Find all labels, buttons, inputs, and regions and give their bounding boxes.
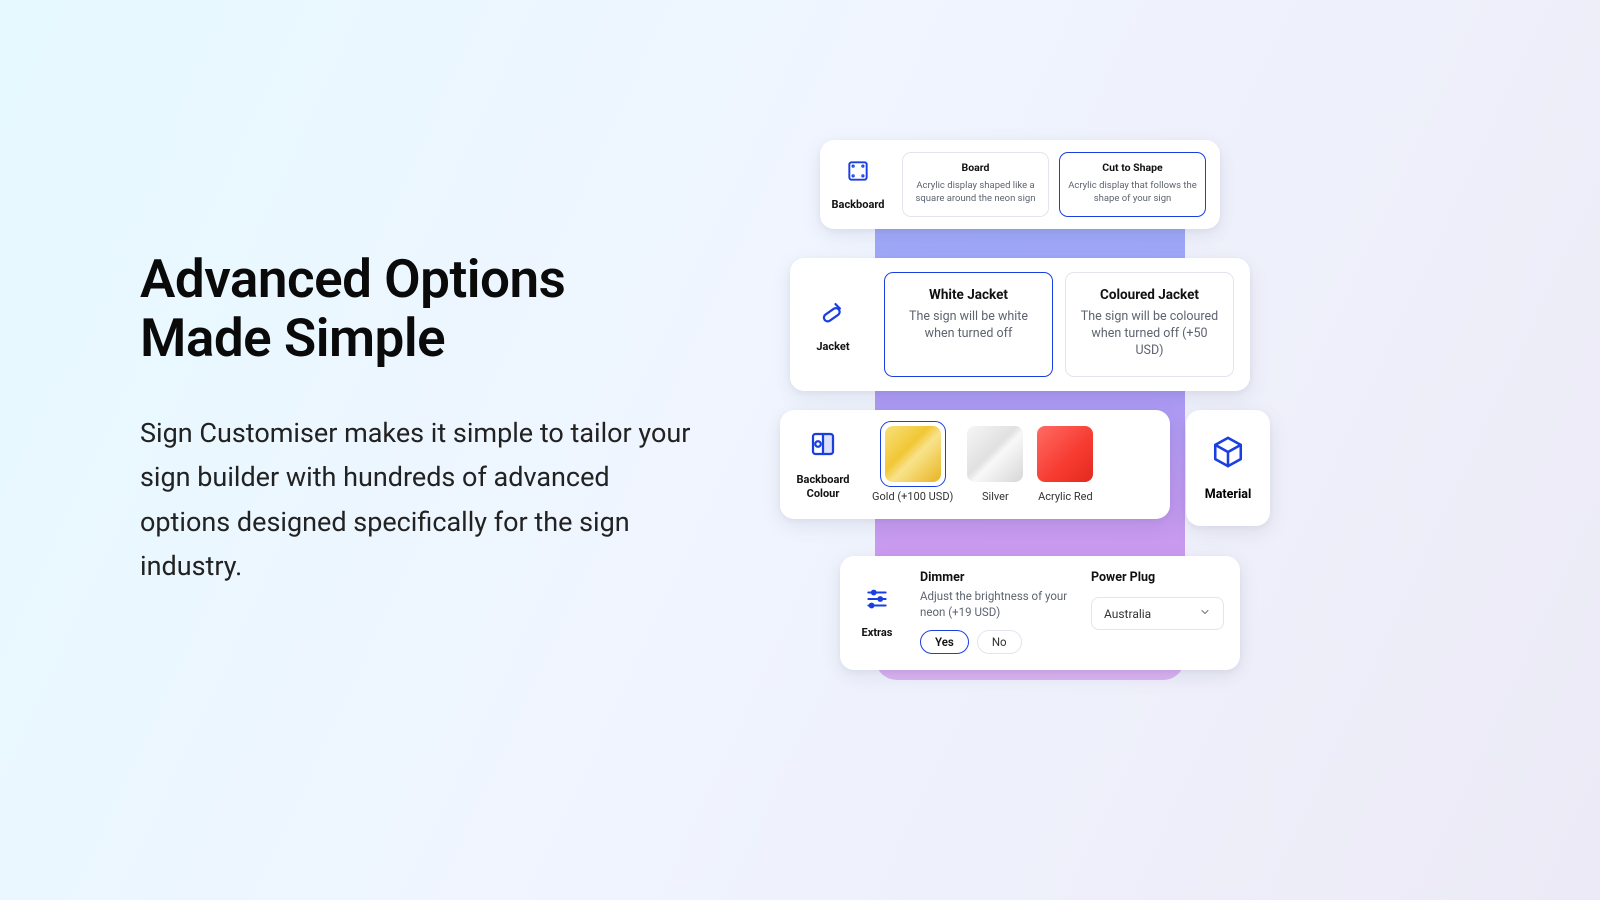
swatch-acred[interactable]: Acrylic Red [1037, 426, 1093, 503]
card-backboard-label-text: Backboard [832, 198, 885, 211]
swatch-silver[interactable]: Silver [967, 426, 1023, 503]
card-jacket-label-text: Jacket [816, 340, 849, 353]
card-extras: Extras Dimmer Adjust the brightness of y… [840, 556, 1240, 670]
card-backboard-colour-label-text: Backboard Colour [786, 473, 860, 499]
option-jacket-coloured[interactable]: Coloured Jacket The sign will be coloure… [1065, 272, 1234, 377]
jacket-icon [818, 296, 848, 330]
sliders-icon [864, 586, 890, 616]
dimmer-title: Dimmer [920, 570, 1073, 585]
hero-body: Sign Customiser makes it simple to tailo… [140, 411, 700, 589]
swatch-silver-chip [967, 426, 1023, 482]
option-backboard-board[interactable]: Board Acrylic display shaped like a squa… [902, 152, 1049, 217]
hero-title: Advanced Options Made Simple [140, 250, 700, 369]
power-plug-select[interactable]: Australia [1091, 597, 1224, 630]
hero-copy: Advanced Options Made Simple Sign Custom… [140, 250, 700, 589]
options-stage: Backboard Board Acrylic display shaped l… [780, 140, 1280, 700]
card-extras-label-text: Extras [862, 626, 893, 639]
chevron-down-icon [1199, 606, 1211, 621]
option-jacket-white[interactable]: White Jacket The sign will be white when… [884, 272, 1053, 377]
card-jacket-label: Jacket [790, 258, 876, 391]
power-plug-title: Power Plug [1091, 570, 1224, 585]
card-jacket: Jacket White Jacket The sign will be whi… [790, 258, 1250, 391]
swatch-gold-chip [885, 426, 941, 482]
dimmer-desc: Adjust the brightness of your neon (+19 … [920, 589, 1073, 620]
power-plug-group: Power Plug Australia [1091, 570, 1224, 654]
card-backboard-label: Backboard [820, 140, 896, 229]
backboard-colour-icon [808, 429, 838, 463]
card-material[interactable]: Material [1186, 410, 1270, 526]
dimmer-group: Dimmer Adjust the brightness of your neo… [920, 570, 1073, 654]
dimmer-no-button[interactable]: No [977, 630, 1022, 654]
power-plug-value: Australia [1104, 607, 1151, 621]
card-material-label-text: Material [1205, 487, 1252, 502]
card-extras-label: Extras [840, 556, 914, 670]
card-backboard-colour-label: Backboard Colour [780, 410, 866, 519]
card-backboard-colour: Backboard Colour Gold (+100 USD) Silver … [780, 410, 1170, 519]
swatch-acred-chip [1037, 426, 1093, 482]
backboard-icon [845, 158, 871, 188]
material-icon [1211, 435, 1245, 473]
dimmer-yes-button[interactable]: Yes [920, 630, 969, 654]
option-backboard-cut-to-shape[interactable]: Cut to Shape Acrylic display that follow… [1059, 152, 1206, 217]
card-backboard: Backboard Board Acrylic display shaped l… [820, 140, 1220, 229]
swatch-gold[interactable]: Gold (+100 USD) [872, 426, 953, 503]
